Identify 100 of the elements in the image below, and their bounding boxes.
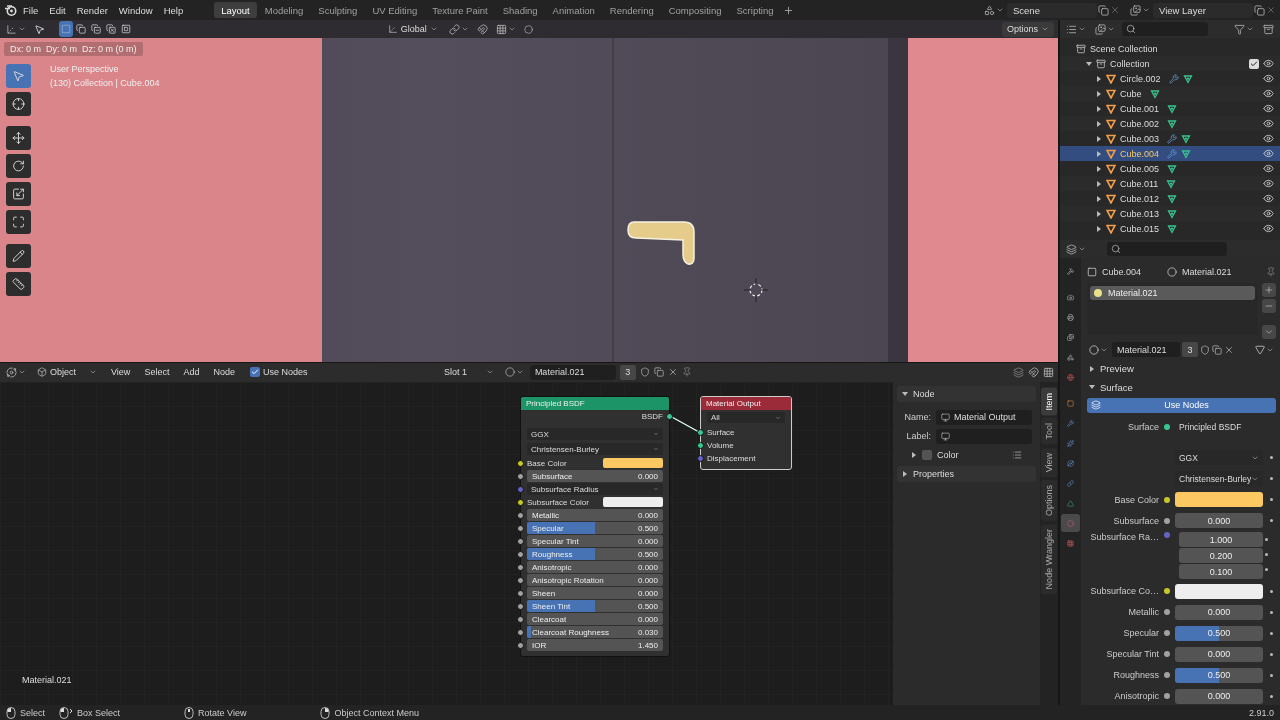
options-dropdown[interactable]: Options xyxy=(1001,21,1054,37)
value-slider[interactable]: Roughness 0.500 xyxy=(527,548,663,560)
status-hint: Box Select xyxy=(77,707,121,718)
material-name-field[interactable]: Material.021 xyxy=(529,364,616,380)
workspace-tab[interactable]: Compositing xyxy=(661,2,729,18)
workspace-tab[interactable]: Rendering xyxy=(602,2,661,18)
value-slider[interactable]: Sheen Tint 0.500 xyxy=(527,600,663,612)
material-name-text: Material.021 xyxy=(22,675,72,685)
item-name: Circle.002 xyxy=(1120,73,1161,84)
value-slider[interactable]: 0.500 xyxy=(1175,667,1263,683)
node-dropdown[interactable]: Subsurface Radius xyxy=(527,483,663,495)
viewport-canvas[interactable]: Dx: 0 m Dy: 0 m Dz: 0 m (0 m) User Perspective (130) Collection | Cube.004 xyxy=(0,38,1058,362)
vector-field[interactable]: 1.000 xyxy=(1179,532,1263,548)
socket-label: BSDF xyxy=(641,411,663,421)
sidebar-tab[interactable]: View xyxy=(1041,447,1057,477)
workspace-tab[interactable]: Scripting xyxy=(729,2,781,18)
node-name-field[interactable]: Material Output xyxy=(936,409,1032,425)
workspace-tab[interactable]: Sculpting xyxy=(311,2,365,18)
vector-field[interactable]: 0.200 xyxy=(1179,548,1263,564)
value-slider[interactable]: 0.000 xyxy=(1175,604,1263,620)
item-name: Cube.002 xyxy=(1120,118,1160,129)
sidebar-tab[interactable]: Options xyxy=(1041,479,1057,521)
sidebar-tab[interactable]: Node Wrangler xyxy=(1041,523,1057,595)
object-type-dropdown[interactable]: Object xyxy=(32,364,102,380)
field-label: Surface xyxy=(1126,422,1159,433)
menu-item[interactable]: File xyxy=(18,2,44,18)
field-label: Roughness xyxy=(1112,670,1159,681)
value-slider[interactable]: Specular 0.500 xyxy=(527,522,663,534)
value-slider[interactable]: Clearcoat Roughness 0.030 xyxy=(527,626,663,638)
item-name: Cube.001 xyxy=(1120,103,1160,114)
subpanel-title[interactable]: Color xyxy=(937,449,959,460)
status-hint: Select xyxy=(20,707,45,718)
workspace-tab[interactable]: Texture Paint xyxy=(425,2,495,18)
value-slider[interactable]: Anisotropic Rotation 0.000 xyxy=(527,574,663,586)
user-count[interactable]: 3 xyxy=(1182,342,1198,358)
use-nodes-checkbox[interactable]: Use Nodes xyxy=(243,366,314,378)
panel-header[interactable]: Preview xyxy=(1087,361,1276,377)
workspace-tab[interactable]: Modeling xyxy=(257,2,311,18)
sidebar-tab[interactable]: Tool xyxy=(1041,418,1057,445)
value-slider[interactable]: 0.000 xyxy=(1175,646,1263,662)
value-slider[interactable]: Sheen 0.000 xyxy=(527,587,663,599)
scene-field[interactable]: Scene xyxy=(1007,2,1097,18)
menu-item[interactable]: Select xyxy=(139,364,175,380)
workspace-tab[interactable]: UV Editing xyxy=(365,2,425,18)
panel-header[interactable]: Node xyxy=(897,385,1036,402)
panel-header[interactable]: Surface xyxy=(1087,379,1276,396)
menu-item[interactable]: Help xyxy=(158,2,189,18)
use-nodes-button[interactable]: Use Nodes xyxy=(1087,398,1276,413)
node-title[interactable]: Principled BSDF xyxy=(521,396,669,410)
item-name: Cube xyxy=(1120,88,1142,99)
item-name: Cube.005 xyxy=(1120,163,1160,174)
node-dropdown[interactable]: All xyxy=(707,411,785,424)
item-name: Cube.015 xyxy=(1120,223,1160,234)
menu-item[interactable]: Render xyxy=(71,2,113,18)
workspace-tab[interactable]: Layout xyxy=(214,2,257,18)
menu-item[interactable]: Window xyxy=(113,2,158,18)
node-dropdown[interactable]: Christensen-Burley xyxy=(527,443,663,455)
material-name: Material.021 xyxy=(1182,266,1232,277)
value-slider[interactable]: Clearcoat 0.000 xyxy=(527,613,663,625)
socket-label: Base Color xyxy=(527,458,567,468)
field-label: Base Color xyxy=(1113,494,1159,505)
menu-item[interactable]: Edit xyxy=(44,2,71,18)
value-slider[interactable]: Anisotropic 0.000 xyxy=(527,561,663,573)
user-count[interactable]: 3 xyxy=(619,364,636,380)
vector-field[interactable]: 0.100 xyxy=(1179,564,1263,580)
field-label: Subsurface xyxy=(1112,515,1159,526)
value-slider[interactable]: Specular Tint 0.000 xyxy=(527,535,663,547)
status-hint: Rotate View xyxy=(198,707,247,718)
value-slider[interactable]: 0.000 xyxy=(1175,688,1263,704)
orientation-dropdown[interactable]: Global xyxy=(382,21,443,37)
sidebar-tab[interactable]: Item xyxy=(1041,387,1057,415)
material-name-field[interactable]: Material.021 xyxy=(1112,342,1180,358)
output-node[interactable]: Material Output All Surface Volume Displacement xyxy=(700,395,792,470)
menu-item[interactable]: Node xyxy=(208,364,240,380)
slot-dropdown[interactable]: Slot 1 xyxy=(438,364,499,380)
value-slider[interactable]: Metallic 0.000 xyxy=(527,509,663,521)
field-label: Label: xyxy=(905,431,931,441)
object-name: Cube.004 xyxy=(1102,266,1142,277)
menu-item[interactable]: Add xyxy=(178,364,205,380)
value-field[interactable]: IOR 1.450 xyxy=(527,639,663,651)
menu-item[interactable]: View xyxy=(106,364,136,380)
workspace-tab[interactable]: Shading xyxy=(495,2,545,18)
value-slider[interactable]: 0.500 xyxy=(1175,625,1263,641)
dropdown[interactable]: Christensen-Burley xyxy=(1175,471,1263,487)
item-name: Cube.011 xyxy=(1120,178,1159,189)
panel-header[interactable]: Properties xyxy=(897,465,1036,482)
view-layer-field[interactable]: View Layer xyxy=(1153,2,1253,18)
transform-delta-text: Dx: 0 m Dy: 0 m Dz: 0 m (0 m) xyxy=(4,42,143,56)
value-slider[interactable]: 0.000 xyxy=(1175,513,1263,528)
value-slider[interactable]: Subsurface 0.000 xyxy=(527,470,663,482)
node-dropdown[interactable]: GGX xyxy=(527,428,663,440)
workspace-tab[interactable]: Animation xyxy=(545,2,602,18)
item-name: Scene Collection xyxy=(1090,43,1158,54)
material-slot[interactable]: Material.021 xyxy=(1090,285,1255,300)
socket-label: Subsurface Color xyxy=(527,497,589,507)
version-text: 2.91.0 xyxy=(1248,707,1274,718)
socket-label: Displacement xyxy=(707,453,756,463)
dropdown[interactable]: GGX xyxy=(1175,450,1263,466)
node-title[interactable]: Material Output xyxy=(701,396,791,410)
outliner-row[interactable]: Cube.004 xyxy=(1060,146,1280,161)
